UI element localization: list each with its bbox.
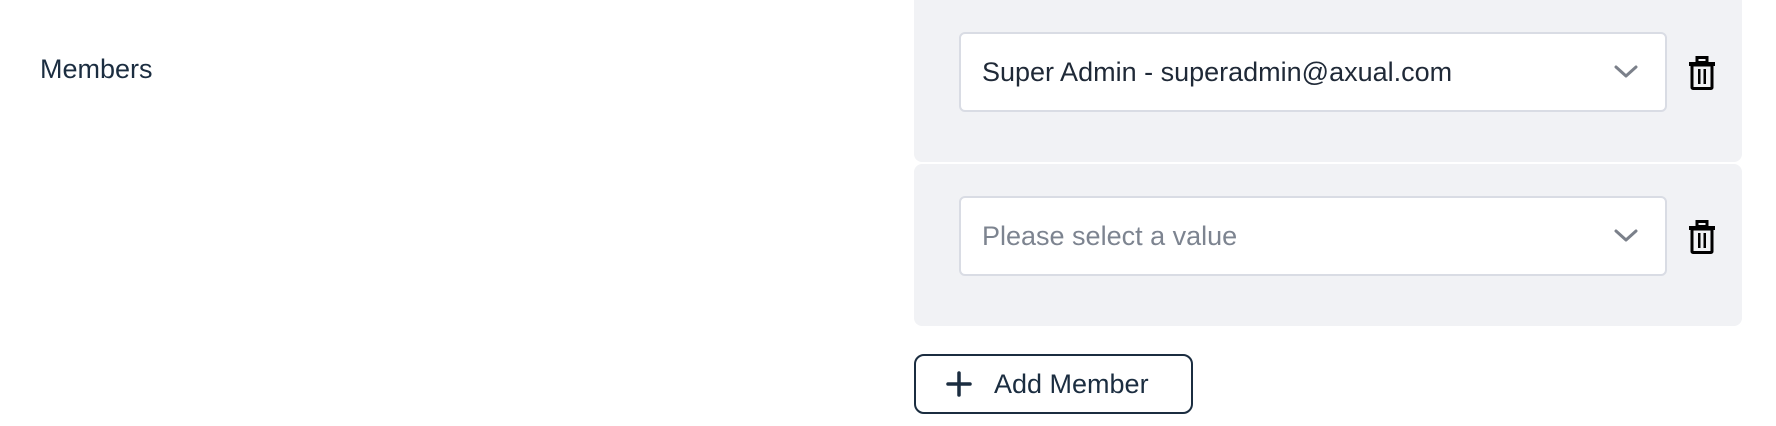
- trash-icon[interactable]: [1688, 56, 1716, 90]
- member-row: Super Admin - superadmin@axual.com: [914, 0, 1742, 162]
- member-row: Please select a value: [914, 164, 1742, 326]
- add-member-label: Add Member: [994, 368, 1149, 399]
- member-select-value: Super Admin - superadmin@axual.com: [982, 56, 1453, 87]
- members-label: Members: [40, 54, 153, 84]
- members-list: Super Admin - superadmin@axual.com Pleas…: [914, 0, 1742, 328]
- chevron-down-icon: [1614, 65, 1638, 78]
- add-member-button[interactable]: Add Member: [914, 354, 1193, 414]
- member-select-placeholder: Please select a value: [982, 220, 1238, 251]
- trash-icon[interactable]: [1688, 220, 1716, 254]
- plus-icon: [946, 371, 972, 397]
- member-select[interactable]: Please select a value: [959, 196, 1667, 276]
- chevron-down-icon: [1614, 229, 1638, 242]
- member-select[interactable]: Super Admin - superadmin@axual.com: [959, 32, 1667, 112]
